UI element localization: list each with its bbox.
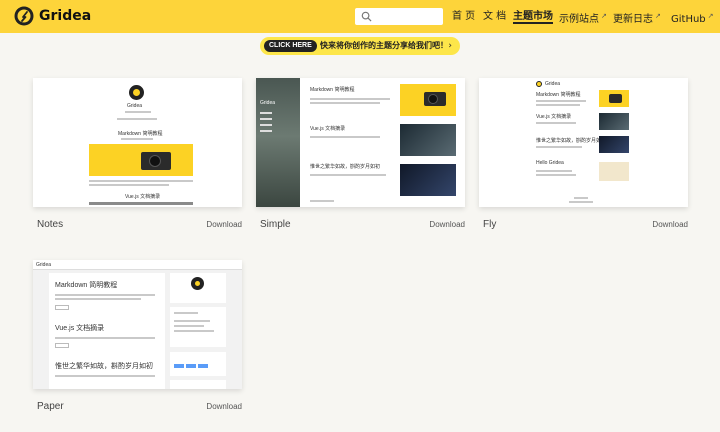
external-link-icon: ↗	[655, 12, 661, 20]
download-link[interactable]: Download	[206, 220, 242, 229]
preview-post-title: Markdown 简明教程	[118, 131, 163, 137]
external-link-icon: ↗	[707, 12, 714, 20]
theme-name: Notes	[37, 219, 64, 230]
top-navbar: Gridea 首 页 文 档 主题市场 示例站点 ↗ 更新日志 ↗ GitHub ↗	[0, 0, 720, 33]
promo-banner[interactable]: CLICK HERE 快来将你创作的主题分享给我们吧！ ›	[260, 37, 460, 55]
brand-name[interactable]: Gridea	[39, 7, 91, 25]
theme-preview-simple[interactable]: Gridea Markdown 简明教程 Vue.js 文档摘录 惟世之繁华如故…	[256, 78, 465, 207]
theme-preview-notes[interactable]: Gridea Markdown 简明教程 Vue.js 文档摘录	[33, 78, 242, 207]
click-here-badge: CLICK HERE	[264, 40, 317, 52]
preview-site-title: Gridea	[127, 103, 143, 109]
theme-preview-paper[interactable]: Gridea Markdown 简明教程 Vue.js 文档摘录 惟世之繁华如故…	[33, 260, 242, 389]
preview-post-title: Vue.js 文档摘录	[536, 114, 572, 120]
nav-label: 更新日志	[613, 14, 653, 25]
chevron-right-icon: ›	[448, 41, 452, 51]
preview-post-title: 惟世之繁华如故，斟酌岁月如初	[55, 363, 153, 370]
theme-preview-fly[interactable]: Gridea Markdown 简明教程 Vue.js 文档摘录 惟世之繁华如故…	[479, 78, 688, 207]
preview-post-title: Markdown 简明教程	[55, 282, 118, 289]
nav-label: 文 档	[483, 11, 507, 22]
search-input[interactable]	[355, 8, 443, 25]
gridea-logo-icon[interactable]	[14, 6, 34, 26]
nav-home[interactable]: 首 页	[452, 0, 475, 33]
preview-post-title: Vue.js 文档摘录	[125, 194, 161, 200]
nav-docs[interactable]: 文 档	[483, 0, 506, 33]
preview-post-title: Vue.js 文档摘录	[55, 325, 105, 332]
preview-post-title: 惟世之繁华如故，斟酌岁月如初	[310, 164, 381, 170]
nav-label: 首 页	[452, 11, 476, 22]
search-icon	[361, 11, 372, 22]
nav-label: GitHub	[671, 14, 706, 25]
nav-theme-market[interactable]: 主题市场	[513, 0, 553, 33]
download-link[interactable]: Download	[652, 220, 688, 229]
theme-name: Fly	[483, 219, 497, 230]
preview-post-title: 惟世之繁华如故，斟酌岁月如初	[536, 138, 607, 144]
promo-message: 快来将你创作的主题分享给我们吧！	[320, 41, 448, 50]
nav-github[interactable]: GitHub ↗	[671, 0, 714, 33]
download-link[interactable]: Download	[206, 402, 242, 411]
nav-label: 示例站点	[559, 14, 599, 25]
nav-changelog[interactable]: 更新日志 ↗	[613, 0, 661, 33]
download-link[interactable]: Download	[429, 220, 465, 229]
nav-example-sites[interactable]: 示例站点 ↗	[559, 0, 607, 33]
preview-site-title: Gridea	[545, 81, 561, 87]
preview-site-title: Gridea	[260, 100, 276, 106]
nav-label: 主题市场	[513, 11, 553, 22]
theme-name: Simple	[260, 219, 291, 230]
theme-name: Paper	[37, 401, 64, 412]
preview-post-title: Markdown 简明教程	[536, 92, 581, 98]
preview-post-title: Vue.js 文档摘录	[310, 126, 346, 132]
external-link-icon: ↗	[601, 12, 607, 20]
preview-post-title: Markdown 简明教程	[310, 87, 355, 93]
preview-post-title: Hello Gridea	[536, 160, 564, 166]
preview-site-title: Gridea	[36, 262, 52, 268]
